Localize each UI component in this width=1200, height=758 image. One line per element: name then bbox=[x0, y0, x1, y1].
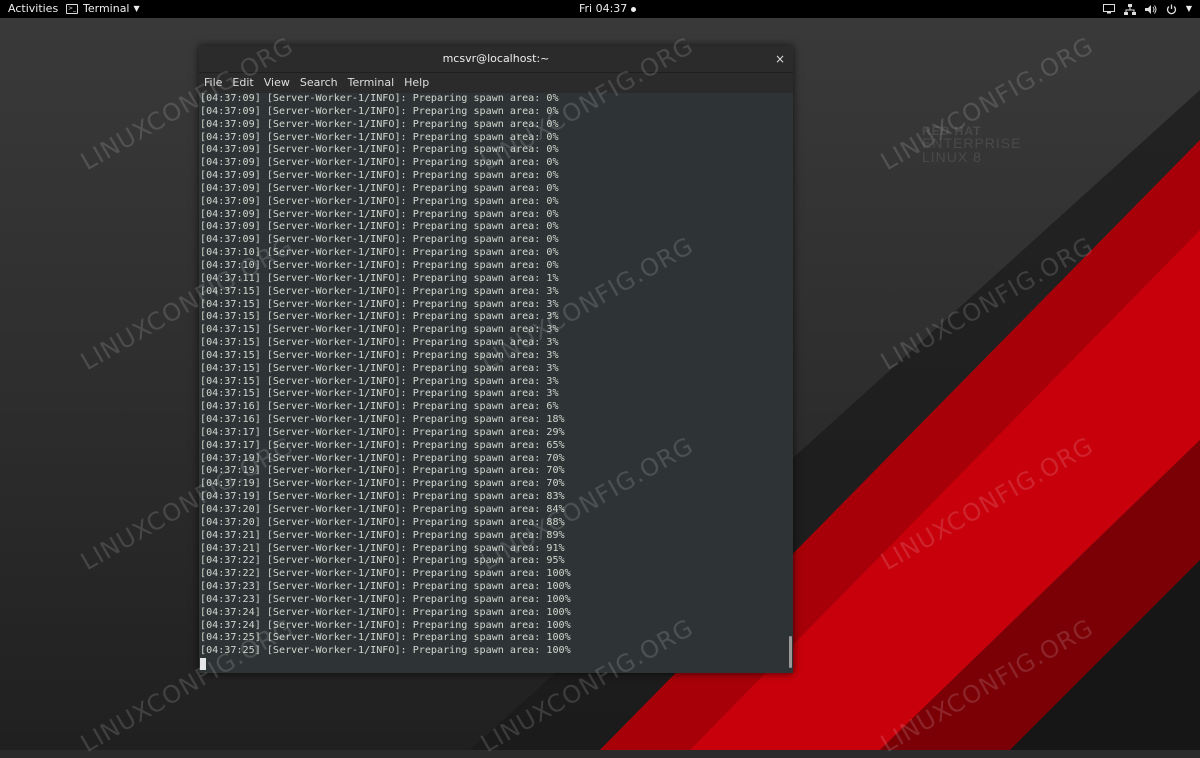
terminal-line: [04:37:09] [Server-Worker-1/INFO]: Prepa… bbox=[200, 221, 559, 233]
terminal-line: [04:37:16] [Server-Worker-1/INFO]: Prepa… bbox=[200, 414, 565, 426]
terminal-line: [04:37:09] [Server-Worker-1/INFO]: Prepa… bbox=[200, 118, 559, 130]
terminal-line: [04:37:23] [Server-Worker-1/INFO]: Prepa… bbox=[200, 581, 571, 593]
terminal-line: [04:37:24] [Server-Worker-1/INFO]: Prepa… bbox=[200, 619, 571, 631]
menu-search[interactable]: Search bbox=[295, 73, 343, 93]
terminal-line: [04:37:10] [Server-Worker-1/INFO]: Prepa… bbox=[200, 259, 559, 271]
terminal-line: [04:37:20] [Server-Worker-1/INFO]: Prepa… bbox=[200, 504, 565, 515]
close-button[interactable]: × bbox=[775, 46, 785, 72]
terminal-line: [04:37:09] [Server-Worker-1/INFO]: Prepa… bbox=[200, 144, 559, 156]
terminal-line: [04:37:19] [Server-Worker-1/INFO]: Prepa… bbox=[200, 452, 565, 464]
chevron-down-icon: ▼ bbox=[1185, 4, 1192, 13]
terminal-line: [04:37:24] [Server-Worker-1/INFO]: Prepa… bbox=[200, 606, 571, 618]
terminal-line: [04:37:15] [Server-Worker-1/INFO]: Prepa… bbox=[200, 375, 559, 387]
terminal-line: [04:37:21] [Server-Worker-1/INFO]: Prepa… bbox=[200, 542, 565, 554]
terminal-output[interactable]: [04:37:09] [Server-Worker-1/INFO]: Prepa… bbox=[199, 93, 787, 673]
terminal-line: [04:37:19] [Server-Worker-1/INFO]: Prepa… bbox=[200, 491, 565, 503]
menu-terminal[interactable]: Terminal bbox=[343, 73, 400, 93]
chevron-down-icon: ▼ bbox=[133, 4, 140, 13]
terminal-line: [04:37:09] [Server-Worker-1/INFO]: Prepa… bbox=[200, 170, 559, 182]
terminal-line: [04:37:15] [Server-Worker-1/INFO]: Prepa… bbox=[200, 298, 559, 310]
terminal-line: [04:37:20] [Server-Worker-1/INFO]: Prepa… bbox=[200, 516, 565, 528]
logo-line-3: LINUX 8 bbox=[922, 149, 982, 165]
terminal-line: [04:37:25] [Server-Worker-1/INFO]: Prepa… bbox=[200, 645, 571, 657]
window-title: mcsvr@localhost:~ bbox=[442, 52, 550, 65]
notification-dot-icon bbox=[631, 6, 637, 12]
terminal-line: [04:37:15] [Server-Worker-1/INFO]: Prepa… bbox=[200, 285, 559, 297]
menu-edit[interactable]: Edit bbox=[227, 73, 258, 93]
terminal-line: [04:37:15] [Server-Worker-1/INFO]: Prepa… bbox=[200, 311, 559, 323]
network-wired-icon bbox=[1123, 3, 1136, 15]
display-icon bbox=[1102, 4, 1115, 14]
terminal-line: [04:37:15] [Server-Worker-1/INFO]: Prepa… bbox=[200, 362, 559, 374]
terminal-line: [04:37:17] [Server-Worker-1/INFO]: Prepa… bbox=[200, 439, 565, 451]
terminal-line: [04:37:11] [Server-Worker-1/INFO]: Prepa… bbox=[200, 272, 559, 284]
terminal-line: [04:37:23] [Server-Worker-1/INFO]: Prepa… bbox=[200, 593, 571, 605]
terminal-line: [04:37:17] [Server-Worker-1/INFO]: Prepa… bbox=[200, 426, 565, 438]
text-cursor bbox=[200, 658, 206, 670]
terminal-line: [04:37:09] [Server-Worker-1/INFO]: Prepa… bbox=[200, 208, 559, 220]
terminal-line: [04:37:15] [Server-Worker-1/INFO]: Prepa… bbox=[200, 324, 559, 336]
terminal-app-icon: >_ bbox=[66, 4, 78, 14]
clock-button[interactable]: Fri 04:37 bbox=[579, 0, 637, 18]
menu-view[interactable]: View bbox=[259, 73, 295, 93]
terminal-line: [04:37:19] [Server-Worker-1/INFO]: Prepa… bbox=[200, 465, 565, 477]
terminal-line: [04:37:10] [Server-Worker-1/INFO]: Prepa… bbox=[200, 247, 559, 259]
terminal-line: [04:37:25] [Server-Worker-1/INFO]: Prepa… bbox=[200, 632, 571, 644]
menu-help[interactable]: Help bbox=[399, 73, 434, 93]
terminal-line: [04:37:15] [Server-Worker-1/INFO]: Prepa… bbox=[200, 337, 559, 349]
menu-bar: File Edit View Search Terminal Help bbox=[199, 73, 793, 93]
volume-icon bbox=[1144, 4, 1157, 14]
terminal-line: [04:37:09] [Server-Worker-1/INFO]: Prepa… bbox=[200, 182, 559, 194]
terminal-line: [04:37:15] [Server-Worker-1/INFO]: Prepa… bbox=[200, 388, 559, 400]
clock-label: Fri 04:37 bbox=[579, 2, 628, 15]
power-icon bbox=[1166, 4, 1176, 14]
terminal-line: [04:37:09] [Server-Worker-1/INFO]: Prepa… bbox=[200, 234, 559, 246]
terminal-line: [04:37:09] [Server-Worker-1/INFO]: Prepa… bbox=[200, 131, 559, 143]
terminal-line: [04:37:15] [Server-Worker-1/INFO]: Prepa… bbox=[200, 349, 559, 361]
window-titlebar[interactable]: mcsvr@localhost:~ × bbox=[199, 46, 793, 73]
terminal-line: [04:37:22] [Server-Worker-1/INFO]: Prepa… bbox=[200, 568, 571, 580]
app-menu-label: Terminal bbox=[83, 2, 130, 15]
terminal-line: [04:37:09] [Server-Worker-1/INFO]: Prepa… bbox=[200, 93, 559, 104]
activities-button[interactable]: Activities bbox=[8, 0, 58, 18]
terminal-line: [04:37:09] [Server-Worker-1/INFO]: Prepa… bbox=[200, 105, 559, 117]
scrollbar-thumb[interactable] bbox=[789, 636, 792, 668]
terminal-line: [04:37:21] [Server-Worker-1/INFO]: Prepa… bbox=[200, 529, 565, 541]
terminal-line: [04:37:09] [Server-Worker-1/INFO]: Prepa… bbox=[200, 157, 559, 169]
menu-file[interactable]: File bbox=[199, 73, 227, 93]
terminal-line: [04:37:19] [Server-Worker-1/INFO]: Prepa… bbox=[200, 478, 565, 490]
top-bar: Activities >_ Terminal ▼ Fri 04:37 ▼ bbox=[0, 0, 1200, 18]
scrollbar[interactable] bbox=[787, 93, 793, 673]
terminal-window[interactable]: mcsvr@localhost:~ × File Edit View Searc… bbox=[199, 46, 793, 673]
system-status-menu[interactable]: ▼ bbox=[1102, 0, 1192, 18]
app-menu[interactable]: >_ Terminal ▼ bbox=[66, 0, 140, 18]
terminal-line: [04:37:22] [Server-Worker-1/INFO]: Prepa… bbox=[200, 555, 565, 567]
terminal-line: [04:37:16] [Server-Worker-1/INFO]: Prepa… bbox=[200, 401, 559, 413]
terminal-line: [04:37:09] [Server-Worker-1/INFO]: Prepa… bbox=[200, 195, 559, 207]
